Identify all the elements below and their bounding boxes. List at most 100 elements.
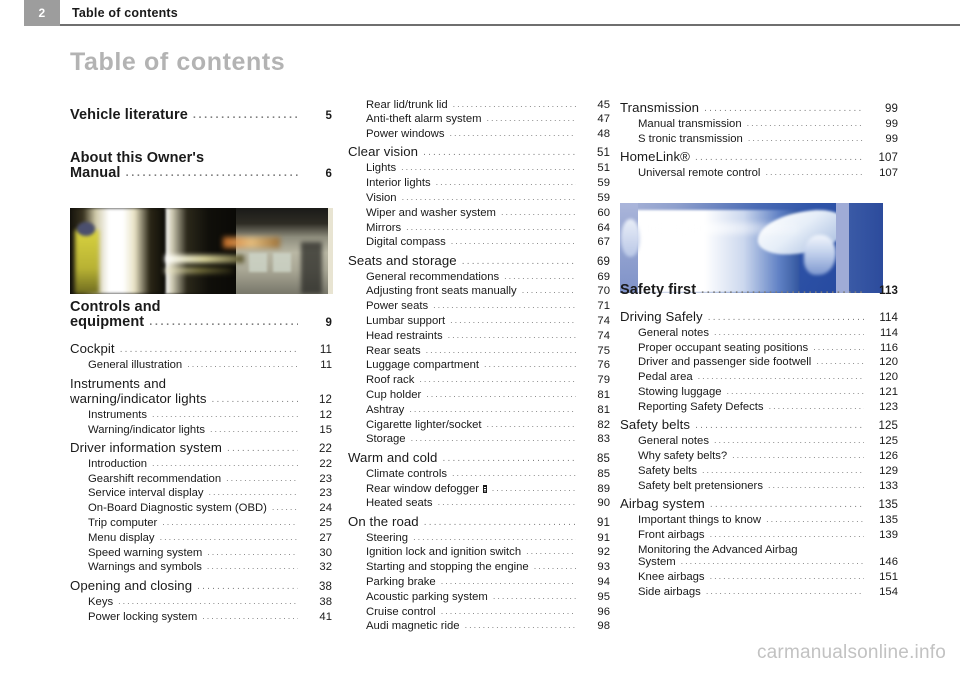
toc-item-lights[interactable]: Lights..................................…	[348, 163, 610, 175]
toc-item-audi-magnetic-ride[interactable]: Audi magnetic ride......................…	[348, 621, 610, 633]
toc-item-cup-holder[interactable]: Cup holder..............................…	[348, 389, 610, 402]
toc-item-manual-transmission[interactable]: Manual transmission.....................…	[620, 118, 898, 130]
toc-section-controls-and[interactable]: equipment...............................…	[70, 315, 332, 330]
toc-item-power-locking-system-label: Power locking system	[88, 610, 198, 623]
toc-section-safety-first[interactable]: Safety first............................…	[620, 283, 898, 298]
toc-item-general-illustration[interactable]: General illustration....................…	[70, 359, 332, 371]
toc-group-safety-belts[interactable]: Safety belts............................…	[620, 418, 898, 433]
toc-item-ashtray[interactable]: Ashtray.................................…	[348, 404, 610, 416]
toc-item-safety-belt-pretensioners[interactable]: Safety belt pretensioners...............…	[620, 480, 898, 492]
toc-item-storage-label: Storage	[366, 433, 406, 446]
toc-item-gearshift-recommendation[interactable]: Gearshift recommendation................…	[70, 473, 332, 485]
toc-group-homelink[interactable]: HomeLink®...............................…	[620, 150, 898, 165]
toc-group-opening-and-closing[interactable]: Opening and closing.....................…	[70, 579, 332, 594]
toc-item-reporting-safety-defects[interactable]: Reporting Safety Defects................…	[620, 401, 898, 413]
toc-item-digital-compass[interactable]: Digital compass.........................…	[348, 237, 610, 249]
toc-item-keys-label: Keys	[88, 595, 114, 608]
toc-item-on-board-diagnostic-system-obd[interactable]: On-Board Diagnostic system (OBD)........…	[70, 502, 332, 514]
toc-group-homelink-page: 107	[878, 152, 898, 165]
toc-item-mirrors[interactable]: Mirrors.................................…	[348, 222, 610, 234]
toc-item-knee-airbags[interactable]: Knee airbags............................…	[620, 571, 898, 583]
toc-item-ignition-lock-and-ignition-switch[interactable]: Ignition lock and ignition switch.......…	[348, 546, 610, 559]
toc-item-storage[interactable]: Storage.................................…	[348, 433, 610, 446]
toc-item-anti-theft-alarm-system-page: 47	[597, 113, 610, 126]
toc-section-about-this-owner-s[interactable]: Manual..................................…	[70, 164, 332, 181]
toc-item-instruments-label: Instruments	[88, 408, 148, 421]
toc-item-adjusting-front-seats-manually[interactable]: Adjusting front seats manually..........…	[348, 286, 610, 298]
toc-item-universal-remote-control[interactable]: Universal remote control................…	[620, 167, 898, 179]
toc-group-warm-and-cold[interactable]: Warm and cold...........................…	[348, 451, 610, 466]
toc-item-warning-indicator-lights[interactable]: Warning/indicator lights................…	[70, 423, 332, 436]
toc-item-driver-and-passenger-side-footwell-page: 120	[879, 356, 898, 369]
toc-group-instruments-and[interactable]: warning/indicator lights................…	[70, 392, 332, 407]
leader-dots: ........................................…	[152, 458, 298, 468]
toc-item-general-recommendations[interactable]: General recommendations.................…	[348, 271, 610, 283]
toc-item-power-seats[interactable]: Power seats.............................…	[348, 300, 610, 312]
toc-group-on-the-road[interactable]: On the road.............................…	[348, 514, 610, 530]
toc-group-airbag-system[interactable]: Airbag system...........................…	[620, 497, 898, 512]
toc-item-s-tronic-transmission-label: S tronic transmission	[638, 132, 743, 145]
toc-item-cup-holder-page: 81	[597, 389, 610, 402]
toc-item-proper-occupant-seating-positions[interactable]: Proper occupant seating positions.......…	[620, 342, 898, 354]
toc-group-driving-safely[interactable]: Driving Safely..........................…	[620, 310, 898, 325]
toc-item-rear-seats[interactable]: Rear seats..............................…	[348, 345, 610, 357]
toc-item-service-interval-display[interactable]: Service interval display................…	[70, 488, 332, 500]
toc-item-speed-warning-system[interactable]: Speed warning system....................…	[70, 547, 332, 559]
toc-group-driver-information-system[interactable]: Driver information system...............…	[70, 441, 332, 456]
toc-item-heated-seats[interactable]: Heated seats............................…	[348, 498, 610, 510]
toc-item-general-notes-page: 114	[879, 326, 898, 339]
toc-item-interior-lights-page: 59	[597, 177, 610, 190]
toc-item-ignition-lock-and-ignition-switch-label: Ignition lock and ignition switch	[366, 546, 522, 559]
toc-item-steering[interactable]: Steering................................…	[348, 532, 610, 544]
toc-item-vision[interactable]: Vision..................................…	[348, 192, 610, 204]
toc-item-keys[interactable]: Keys....................................…	[70, 595, 332, 608]
leader-dots: ........................................…	[713, 327, 864, 337]
toc-item-rear-lid-trunk-lid[interactable]: Rear lid/trunk lid......................…	[348, 99, 610, 111]
toc-item-general-notes[interactable]: General notes...........................…	[620, 435, 898, 447]
toc-item-interior-lights[interactable]: Interior lights.........................…	[348, 177, 610, 190]
toc-item-head-restraints[interactable]: Head restraints.........................…	[348, 330, 610, 342]
toc-item-roof-rack[interactable]: Roof rack...............................…	[348, 374, 610, 386]
toc-item-menu-display[interactable]: Menu display............................…	[70, 532, 332, 544]
toc-section-about-this-owner-s-label: Manual	[70, 164, 121, 181]
toc-item-trip-computer[interactable]: Trip computer...........................…	[70, 517, 332, 529]
toc-item-rear-window-defogger[interactable]: Rear window defogger....................…	[348, 483, 610, 495]
toc-item-climate-controls[interactable]: Climate controls........................…	[348, 468, 610, 480]
toc-item-introduction[interactable]: Introduction............................…	[70, 458, 332, 470]
toc-item-general-notes[interactable]: General notes...........................…	[620, 326, 898, 339]
toc-item-monitoring-the-advanced-airbag[interactable]: System..................................…	[620, 557, 898, 569]
toc-item-lumbar-support[interactable]: Lumbar support..........................…	[348, 315, 610, 327]
toc-item-luggage-compartment[interactable]: Luggage compartment.....................…	[348, 360, 610, 372]
toc-item-warning-indicator-lights-page: 15	[319, 423, 332, 436]
toc-item-parking-brake[interactable]: Parking brake...........................…	[348, 576, 610, 588]
toc-item-warnings-and-symbols[interactable]: Warnings and symbols....................…	[70, 562, 332, 574]
toc-item-anti-theft-alarm-system[interactable]: Anti-theft alarm system.................…	[348, 113, 610, 126]
toc-group-transmission[interactable]: Transmission............................…	[620, 101, 898, 116]
toc-item-wiper-and-washer-system[interactable]: Wiper and washer system.................…	[348, 207, 610, 219]
toc-section-vehicle-literature[interactable]: Vehicle literature......................…	[70, 108, 332, 123]
leader-dots: ........................................…	[449, 129, 576, 139]
toc-group-safety-belts-label: Safety belts	[620, 417, 691, 433]
toc-item-stowing-luggage[interactable]: Stowing luggage.........................…	[620, 386, 898, 398]
toc-item-side-airbags[interactable]: Side airbags............................…	[620, 586, 898, 598]
toc-item-safety-belts[interactable]: Safety belts............................…	[620, 465, 898, 477]
leader-dots: ........................................…	[486, 114, 576, 124]
leader-dots: ........................................…	[504, 271, 576, 281]
toc-group-cockpit[interactable]: Cockpit.................................…	[70, 341, 332, 357]
toc-item-cruise-control[interactable]: Cruise control..........................…	[348, 606, 610, 618]
toc-group-seats-and-storage[interactable]: Seats and storage.......................…	[348, 253, 610, 269]
toc-item-s-tronic-transmission[interactable]: S tronic transmission...................…	[620, 132, 898, 145]
toc-item-important-things-to-know[interactable]: Important things to know................…	[620, 514, 898, 526]
toc-item-starting-and-stopping-the-engine[interactable]: Starting and stopping the engine........…	[348, 561, 610, 573]
toc-item-front-airbags[interactable]: Front airbags...........................…	[620, 529, 898, 541]
toc-item-cigarette-lighter-socket[interactable]: Cigarette lighter/socket................…	[348, 419, 610, 431]
toc-group-clear-vision[interactable]: Clear vision............................…	[348, 145, 610, 160]
toc-item-driver-and-passenger-side-footwell[interactable]: Driver and passenger side footwell......…	[620, 356, 898, 369]
toc-item-power-windows[interactable]: Power windows...........................…	[348, 128, 610, 140]
toc-item-instruments[interactable]: Instruments.............................…	[70, 408, 332, 421]
toc-item-power-locking-system[interactable]: Power locking system....................…	[70, 610, 332, 623]
toc-item-pedal-area[interactable]: Pedal area..............................…	[620, 371, 898, 383]
toc-item-why-safety-belts[interactable]: Why safety belts?.......................…	[620, 450, 898, 462]
toc-item-acoustic-parking-system[interactable]: Acoustic parking system.................…	[348, 591, 610, 603]
